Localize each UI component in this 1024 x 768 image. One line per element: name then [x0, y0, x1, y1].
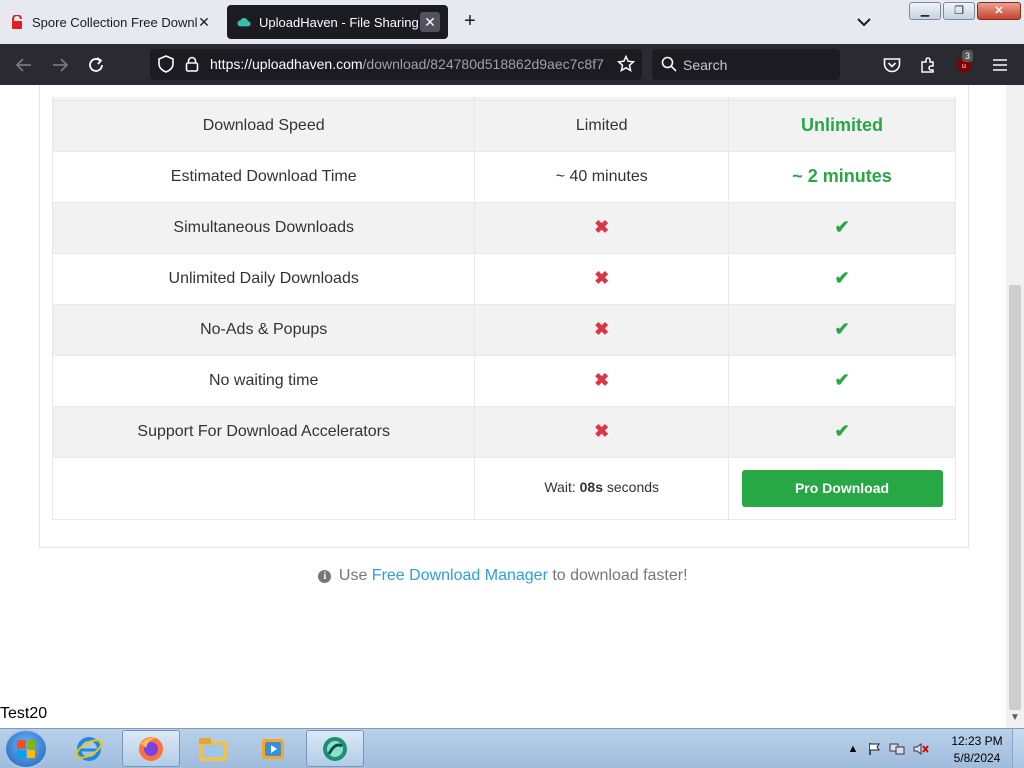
table-row: Support For Download Accelerators ✖ ✔ [51, 405, 956, 458]
cross-icon: ✖ [594, 319, 610, 339]
show-desktop-button[interactable] [1012, 729, 1024, 768]
cloud-favicon-icon [237, 15, 251, 29]
action-center-flag-icon[interactable] [867, 741, 883, 757]
table-row-actions: Wait: 08s seconds Pro Download [51, 456, 956, 520]
forward-arrow-icon[interactable] [48, 53, 72, 77]
feature-name: Simultaneous Downloads [51, 201, 476, 254]
check-icon: ✔ [834, 370, 850, 390]
search-input[interactable]: Search [652, 49, 840, 80]
tab-title: Spore Collection Free Download [32, 14, 197, 30]
url-host: https://uploadhaven.com [210, 56, 363, 72]
feature-name: No-Ads & Popups [51, 303, 476, 356]
bookmark-star-icon[interactable] [614, 52, 638, 76]
feature-name: Support For Download Accelerators [51, 405, 476, 458]
url-path: /download/824780d518862d9aec7c8f7 [362, 56, 604, 72]
windows-logo-icon [17, 740, 35, 758]
download-manager-note: i Use Free Download Manager to download … [0, 567, 1006, 585]
back-arrow-icon[interactable] [12, 53, 36, 77]
table-row: Unlimited Daily Downloads ✖ ✔ [51, 252, 956, 305]
page-scrollbar[interactable]: ▼ [1006, 85, 1024, 728]
addon-count-badge: 3 [962, 50, 974, 62]
feature-name: No waiting time [51, 354, 476, 407]
wait-suffix: seconds [606, 479, 660, 495]
url-text: https://uploadhaven.com/download/824780d… [210, 56, 608, 72]
clock-date[interactable]: 5/8/2024 [945, 751, 1009, 765]
close-tab-icon[interactable]: ✕ [420, 12, 440, 32]
browser-tab-bar: Spore Collection Free Download ✕ UploadH… [0, 0, 1024, 44]
plan-comparison-table: Download Speed Limited Unlimited Estimated … [51, 97, 956, 520]
extensions-puzzle-icon[interactable] [916, 53, 940, 77]
minimize-button[interactable]: ▁ [909, 2, 941, 20]
table-row: Download Speed Limited Unlimited [51, 99, 956, 152]
clock-time[interactable]: 12:23 PM [945, 734, 1009, 748]
pro-plan-value: Unlimited [801, 115, 884, 135]
hamburger-menu-icon[interactable] [988, 53, 1012, 77]
app-icon[interactable] [306, 730, 364, 767]
feature-name: Estimated Download Time [51, 150, 476, 203]
pro-plan-value: ~ 2 minutes [792, 166, 892, 186]
check-icon: ✔ [834, 268, 850, 288]
check-icon: ✔ [834, 319, 850, 339]
feature-name: Download Speed [51, 99, 476, 152]
table-row: Simultaneous Downloads ✖ ✔ [51, 201, 956, 254]
firefox-icon[interactable] [122, 730, 180, 767]
file-explorer-icon[interactable] [184, 730, 242, 767]
wait-seconds: 08s [579, 479, 603, 495]
close-window-button[interactable]: ✕ [977, 2, 1021, 20]
table-row: Estimated Download Time ~ 40 minutes ~ 2 m… [51, 150, 956, 203]
new-tab-plus-icon[interactable]: + [458, 10, 482, 34]
cross-icon: ✖ [594, 370, 610, 390]
pro-download-button[interactable]: Pro Download [741, 469, 943, 507]
free-plan-value: ~ 40 minutes [555, 167, 648, 185]
note-suffix: to download faster! [552, 567, 688, 584]
wait-prefix: Wait: [544, 479, 576, 495]
system-tray: ▲ 12:23 PM 5/8/2024 [845, 729, 1024, 768]
scroll-down-arrow-icon[interactable]: ▼ [1010, 712, 1020, 723]
windows-taskbar: ▲ 12:23 PM 5/8/2024 [0, 728, 1024, 768]
reload-icon[interactable] [84, 53, 108, 77]
svg-text:u: u [962, 63, 966, 70]
pocket-icon[interactable] [880, 53, 904, 77]
check-icon: ✔ [834, 421, 850, 441]
cross-icon: ✖ [594, 421, 610, 441]
close-tab-icon[interactable]: ✕ [194, 12, 214, 32]
address-bar[interactable]: https://uploadhaven.com/download/824780d… [150, 49, 642, 80]
tab-spore-collection[interactable]: Spore Collection Free Download ✕ [0, 5, 222, 39]
check-icon: ✔ [834, 217, 850, 237]
page-content: Download Speed Limited Unlimited Estimated … [0, 85, 1006, 728]
wait-countdown: Wait: 08s seconds [544, 479, 659, 495]
internet-explorer-icon[interactable] [60, 730, 118, 767]
tab-uploadhaven[interactable]: UploadHaven - File Sharing Made Simple ✕ [227, 5, 448, 39]
free-plan-value: Limited [575, 116, 628, 134]
navigation-toolbar: https://uploadhaven.com/download/824780d… [0, 44, 1024, 85]
cross-icon: ✖ [594, 268, 610, 288]
restore-button[interactable]: ❐ [943, 2, 975, 20]
media-player-icon[interactable] [244, 730, 302, 767]
start-button[interactable] [6, 731, 46, 767]
volume-muted-icon[interactable] [913, 741, 929, 757]
network-icon[interactable] [889, 741, 905, 757]
free-download-manager-link[interactable]: Free Download Manager [372, 567, 548, 584]
info-circle-icon: i [318, 570, 332, 583]
chevron-down-icon[interactable] [852, 12, 876, 32]
tab-title: UploadHaven - File Sharing Made Simple [259, 14, 424, 30]
feature-name: Unlimited Daily Downloads [51, 252, 476, 305]
cross-icon: ✖ [594, 217, 610, 237]
lock-icon[interactable] [180, 52, 204, 76]
table-row: No waiting time ✖ ✔ [51, 354, 956, 407]
tracking-shield-icon[interactable] [154, 52, 178, 76]
download-site-favicon-icon [10, 15, 24, 29]
show-hidden-icons-icon[interactable]: ▲ [845, 741, 861, 757]
table-row: No-Ads & Popups ✖ ✔ [51, 303, 956, 356]
search-icon [661, 56, 677, 72]
overlay-label: Test20 [0, 705, 48, 722]
window-controls: ▁ ❐ ✕ [909, 2, 1021, 20]
note-prefix: Use [338, 567, 368, 584]
scrollbar-thumb[interactable] [1009, 285, 1021, 710]
search-placeholder: Search [683, 57, 728, 73]
